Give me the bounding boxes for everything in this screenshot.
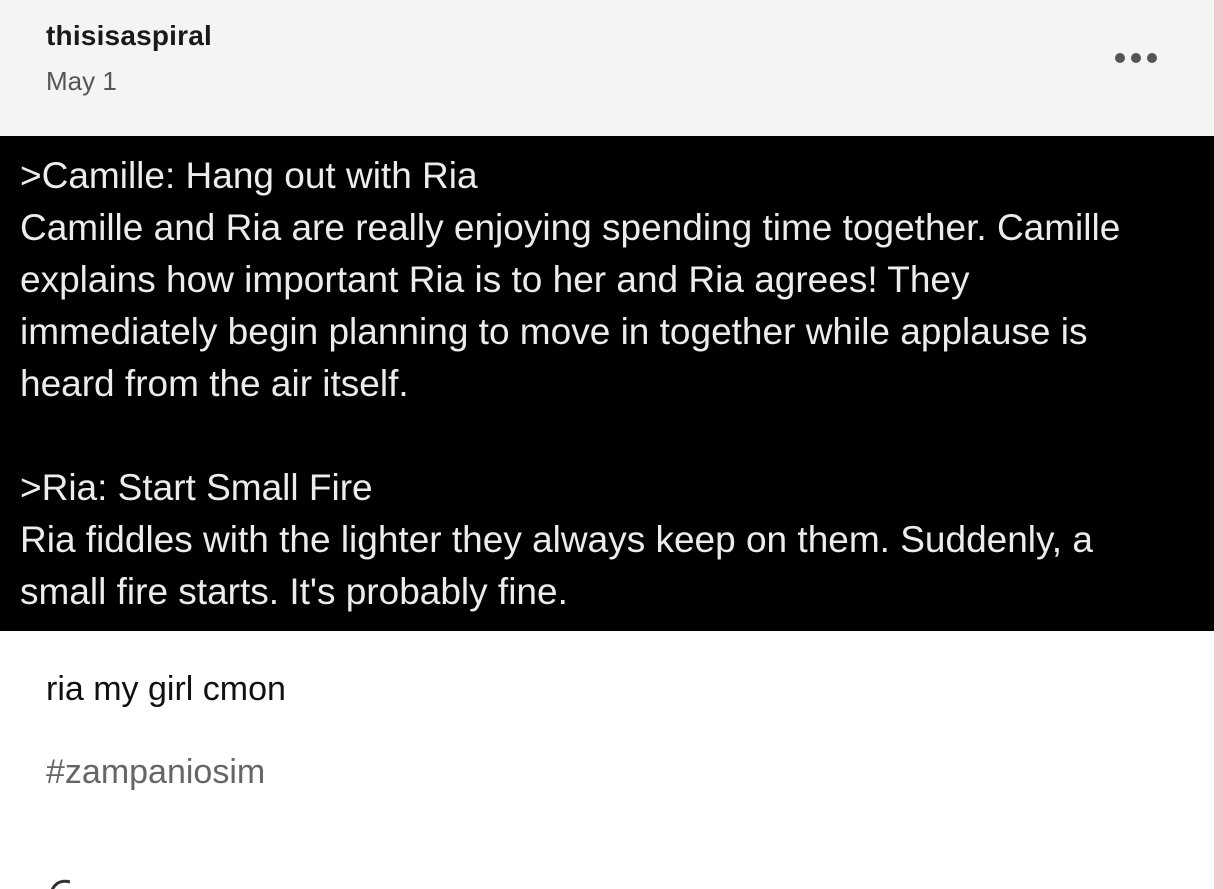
image-text-heading-ria: >Ria: Start Small Fire xyxy=(20,467,373,508)
image-text-heading-camille: >Camille: Hang out with Ria xyxy=(20,155,478,196)
image-text-spacer xyxy=(20,410,1214,462)
ellipsis-icon xyxy=(1115,53,1157,63)
image-text-line: immediately begin planning to move in to… xyxy=(20,311,1088,352)
post-date[interactable]: May 1 xyxy=(46,66,117,97)
image-text-line: heard from the air itself. xyxy=(20,363,409,404)
share-icon[interactable] xyxy=(46,878,76,889)
tumblr-post: thisisaspiral May 1 >Camille: Hang out w… xyxy=(0,0,1214,889)
more-options-button[interactable] xyxy=(1104,40,1168,76)
post-caption: ria my girl cmon xyxy=(46,670,286,708)
post-tag[interactable]: #zampaniosim xyxy=(46,753,265,792)
image-text-line: Ria fiddles with the lighter they always… xyxy=(20,519,1093,560)
post-header: thisisaspiral May 1 xyxy=(0,0,1214,136)
image-text-line: explains how important Ria is to her and… xyxy=(20,259,970,300)
image-text-line: Camille and Ria are really enjoying spen… xyxy=(20,207,1121,248)
post-image[interactable]: >Camille: Hang out with Ria Camille and … xyxy=(0,136,1214,631)
scrollbar-track[interactable] xyxy=(1214,0,1223,889)
post-username[interactable]: thisisaspiral xyxy=(46,20,212,52)
image-text-line: small fire starts. It's probably fine. xyxy=(20,571,568,612)
